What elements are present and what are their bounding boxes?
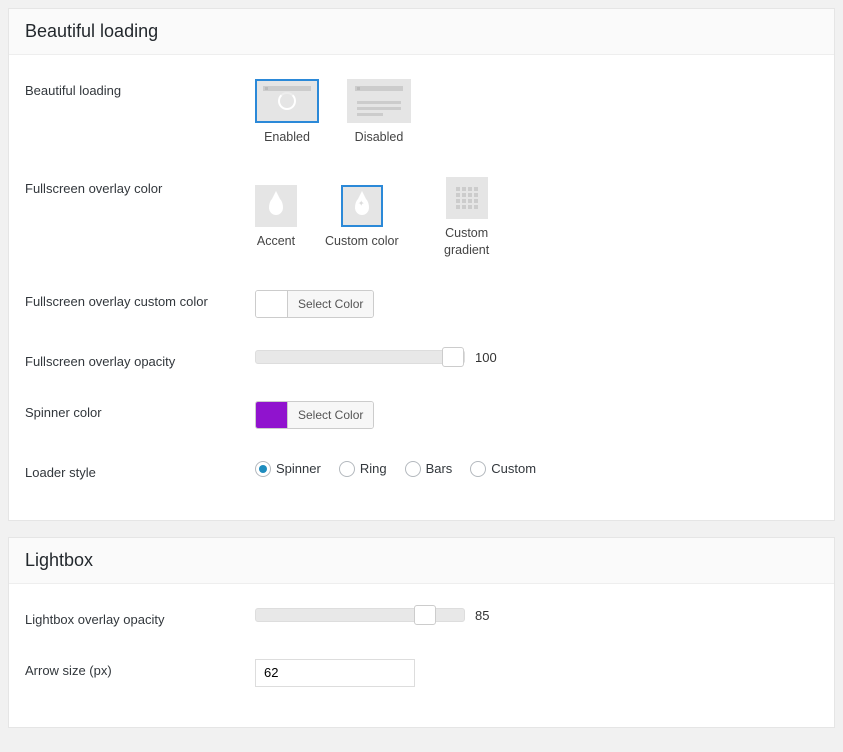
overlay-color-options: Accent Custom color Custom gradient xyxy=(255,177,818,258)
lightbox-opacity-slider[interactable] xyxy=(255,608,465,622)
radio-circle-bars xyxy=(405,461,421,477)
beautiful-loading-options: Enabled Disabled xyxy=(255,79,818,145)
panel-title-lightbox: Lightbox xyxy=(25,550,818,571)
row-overlay-custom-color: Fullscreen overlay custom color Select C… xyxy=(25,274,818,334)
label-overlay-custom-color: Fullscreen overlay custom color xyxy=(25,290,255,309)
lightbox-opacity-value: 85 xyxy=(475,608,523,623)
radio-label-ring: Ring xyxy=(360,461,387,476)
caption-accent: Accent xyxy=(257,233,295,249)
row-arrow-size: Arrow size (px) xyxy=(25,643,818,703)
color-picker-overlay[interactable]: Select Color xyxy=(255,290,374,318)
label-spinner-color: Spinner color xyxy=(25,401,255,420)
loader-style-content: Spinner Ring Bars Custom xyxy=(255,461,818,477)
caption-custom-gradient: Custom gradient xyxy=(427,225,507,258)
loader-style-radios: Spinner Ring Bars Custom xyxy=(255,461,536,477)
overlay-opacity-value: 100 xyxy=(475,350,523,365)
row-beautiful-loading: Beautiful loading Enabled Disabled xyxy=(25,63,818,161)
label-overlay-color: Fullscreen overlay color xyxy=(25,177,255,196)
lightbox-opacity-slider-wrap: 85 xyxy=(255,608,523,623)
select-color-button-overlay[interactable]: Select Color xyxy=(288,291,373,317)
option-enabled[interactable]: Enabled xyxy=(255,79,319,145)
color-picker-spinner[interactable]: Select Color xyxy=(255,401,374,429)
overlay-opacity-slider-wrap: 100 xyxy=(255,350,523,365)
thumb-custom-gradient xyxy=(446,177,488,219)
option-custom-color[interactable]: Custom color xyxy=(325,185,399,249)
grid-icon xyxy=(456,187,478,209)
panel-body-lightbox: Lightbox overlay opacity 85 Arrow size (… xyxy=(9,584,834,727)
option-custom-gradient[interactable]: Custom gradient xyxy=(427,177,507,258)
row-overlay-opacity: Fullscreen overlay opacity 100 xyxy=(25,334,818,385)
spinner-icon xyxy=(278,92,296,110)
overlay-opacity-slider[interactable] xyxy=(255,350,465,364)
lightbox-panel: Lightbox Lightbox overlay opacity 85 Arr… xyxy=(8,537,835,728)
drop-star-icon xyxy=(355,197,369,215)
row-loader-style: Loader style Spinner Ring Bars xyxy=(25,445,818,496)
spinner-color-content: Select Color xyxy=(255,401,818,429)
select-color-button-spinner[interactable]: Select Color xyxy=(288,402,373,428)
option-accent[interactable]: Accent xyxy=(255,185,297,249)
panel-header-lightbox: Lightbox xyxy=(9,538,834,584)
label-loader-style: Loader style xyxy=(25,461,255,480)
radio-label-bars: Bars xyxy=(426,461,453,476)
arrow-size-input[interactable] xyxy=(255,659,415,687)
thumb-enabled xyxy=(255,79,319,123)
radio-circle-spinner xyxy=(255,461,271,477)
caption-disabled: Disabled xyxy=(355,129,404,145)
overlay-custom-color-content: Select Color xyxy=(255,290,818,318)
overlay-opacity-content: 100 xyxy=(255,350,818,365)
panel-body: Beautiful loading Enabled Disabled xyxy=(9,55,834,520)
caption-custom-color: Custom color xyxy=(325,233,399,249)
radio-circle-ring xyxy=(339,461,355,477)
label-overlay-opacity: Fullscreen overlay opacity xyxy=(25,350,255,369)
caption-enabled: Enabled xyxy=(264,129,310,145)
color-swatch-spinner[interactable] xyxy=(256,402,288,428)
label-arrow-size: Arrow size (px) xyxy=(25,659,255,678)
color-swatch-overlay[interactable] xyxy=(256,291,288,317)
lightbox-opacity-content: 85 xyxy=(255,608,818,623)
row-spinner-color: Spinner color Select Color xyxy=(25,385,818,445)
row-lightbox-opacity: Lightbox overlay opacity 85 xyxy=(25,592,818,643)
panel-title: Beautiful loading xyxy=(25,21,818,42)
row-overlay-color: Fullscreen overlay color Accent Custom c… xyxy=(25,161,818,274)
radio-label-spinner: Spinner xyxy=(276,461,321,476)
radio-spinner[interactable]: Spinner xyxy=(255,461,321,477)
thumb-accent xyxy=(255,185,297,227)
radio-custom[interactable]: Custom xyxy=(470,461,536,477)
label-lightbox-opacity: Lightbox overlay opacity xyxy=(25,608,255,627)
panel-header: Beautiful loading xyxy=(9,9,834,55)
thumb-disabled xyxy=(347,79,411,123)
radio-bars[interactable]: Bars xyxy=(405,461,453,477)
label-beautiful-loading: Beautiful loading xyxy=(25,79,255,98)
thumb-custom-color xyxy=(341,185,383,227)
arrow-size-content xyxy=(255,659,818,687)
option-disabled[interactable]: Disabled xyxy=(347,79,411,145)
radio-ring[interactable]: Ring xyxy=(339,461,387,477)
drop-icon xyxy=(269,197,283,215)
radio-label-custom: Custom xyxy=(491,461,536,476)
radio-circle-custom xyxy=(470,461,486,477)
beautiful-loading-panel: Beautiful loading Beautiful loading Enab… xyxy=(8,8,835,521)
